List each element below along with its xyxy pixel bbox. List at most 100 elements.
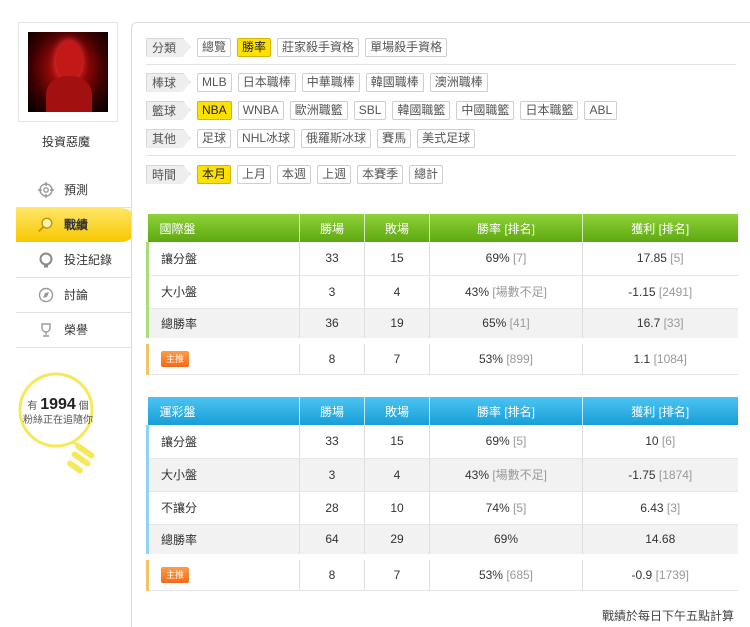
table-row: 大小盤 3 4 43% [場數不足] -1.15 [2491] <box>146 275 738 309</box>
chip-nhl[interactable]: NHL冰球 <box>237 128 296 148</box>
chip-wnba[interactable]: WNBA <box>237 100 284 120</box>
win-rate-value: 43% <box>464 285 489 299</box>
nav-item-label: 榮譽 <box>64 323 89 337</box>
profit-value: 17.85 <box>636 251 667 266</box>
chip-khl[interactable]: 俄羅斯冰球 <box>301 128 372 148</box>
table-row: 不讓分 28 10 74% [5] 6.43 [3] <box>146 491 738 525</box>
chip-mlb[interactable]: MLB <box>197 72 232 92</box>
row-label: 主推 <box>146 338 300 375</box>
chip-this-season[interactable]: 本賽季 <box>357 164 404 184</box>
chip-overview[interactable]: 總覽 <box>197 37 232 57</box>
chip-nba[interactable]: NBA <box>197 100 232 120</box>
win-rate-cell: 69% [5] <box>429 425 583 459</box>
table-row: 讓分盤 33 15 69% [7] 17.85 [5] <box>146 242 738 276</box>
chip-abl-baseball[interactable]: 澳洲職棒 <box>429 72 488 92</box>
chip-bookmaker-killer[interactable]: 莊家殺手資格 <box>277 37 360 57</box>
losses-cell: 7 <box>364 338 430 375</box>
nav-item-predict[interactable]: 預測 <box>16 173 132 208</box>
chip-sbl[interactable]: SBL <box>353 100 387 120</box>
filter-row-category: 分類 總覽 勝率 莊家殺手資格 單場殺手資格 <box>146 37 453 57</box>
chip-win-rate[interactable]: 勝率 <box>237 37 272 57</box>
chip-bleague[interactable]: 日本職籃 <box>520 100 579 120</box>
featured-pick-badge[interactable]: 主推 <box>161 350 190 367</box>
row-label: 總勝率 <box>146 308 300 342</box>
column-header-win-rate: 勝率 [排名] <box>429 397 583 425</box>
chip-euroleague[interactable]: 歐洲職籃 <box>289 100 348 120</box>
table-header: 運彩盤 勝場 敗場 勝率 [排名] 獲利 [排名] <box>147 397 738 425</box>
chip-american-football[interactable]: 美式足球 <box>417 128 476 148</box>
wins-cell: 8 <box>299 554 365 591</box>
chip-last-week[interactable]: 上週 <box>317 164 352 184</box>
table-row: 讓分盤 33 15 69% [5] 10 [6] <box>146 425 738 459</box>
chip-total[interactable]: 總計 <box>409 164 444 184</box>
column-header-win-rate: 勝率 [排名] <box>429 214 583 242</box>
win-rate-rank: [685] <box>506 567 534 582</box>
calculation-footnote: 戰績於每日下午五點計算 <box>601 609 734 623</box>
win-rate-value: 69% <box>493 532 519 547</box>
profit-cell: 1.1 [1084] <box>582 338 738 375</box>
profit-cell: 16.7 [33] <box>582 308 738 342</box>
chip-last-month[interactable]: 上月 <box>237 164 272 184</box>
filter-row-time: 時間 本月 上月 本週 上週 本賽季 總計 <box>146 164 449 184</box>
chip-kbl[interactable]: 韓國職籃 <box>392 100 451 120</box>
win-rate-cell: 43% [場數不足] <box>429 458 583 492</box>
nav-item-record[interactable]: 戰績 <box>16 208 138 242</box>
trophy-icon <box>38 322 54 338</box>
chip-single-game-killer[interactable]: 單場殺手資格 <box>365 37 448 57</box>
chip-abl[interactable]: ABL <box>584 100 618 120</box>
win-rate-value: 43% <box>464 468 489 482</box>
table-title: 運彩盤 <box>147 397 300 425</box>
profit-value: -1.75 <box>628 467 656 482</box>
profit-rank: [1874] <box>658 467 693 482</box>
table-title: 國際盤 <box>147 214 300 242</box>
table-row: 總勝率 64 29 69% 14.68 <box>146 524 738 558</box>
chip-soccer[interactable]: 足球 <box>197 128 232 148</box>
row-label: 不讓分 <box>146 491 300 525</box>
table-row: 大小盤 3 4 43% [場數不足] -1.75 [1874] <box>146 458 738 492</box>
featured-pick-row: 主推 8 7 53% [899] 1.1 [1084] <box>146 338 738 375</box>
wins-cell: 33 <box>299 425 365 459</box>
win-rate-rank: [場數不足] <box>492 468 548 482</box>
nav-item-label: 預測 <box>64 183 89 197</box>
avatar-frame <box>18 22 118 122</box>
profit-rank: [3] <box>666 500 681 515</box>
win-rate-value: 69% <box>485 251 510 266</box>
win-rate-value: 65% <box>482 316 507 331</box>
losses-cell: 4 <box>364 275 430 309</box>
filter-row-baseball: 棒球 MLB 日本職棒 中華職棒 韓國職棒 澳洲職棒 <box>146 72 494 92</box>
main-panel: 分類 總覽 勝率 莊家殺手資格 單場殺手資格 棒球 MLB 日本職棒 中華職棒 … <box>131 22 750 627</box>
column-header-profit: 獲利 [排名] <box>582 397 738 425</box>
filter-label-baseball: 棒球 <box>146 72 192 92</box>
nav-item-honor[interactable]: 榮譽 <box>16 313 132 348</box>
profit-rank: [1084] <box>653 351 687 366</box>
profit-value: 1.1 <box>633 351 651 366</box>
avatar[interactable] <box>28 32 108 112</box>
fans-text: 有 1994 個 粉絲正在追隨你 <box>16 397 100 428</box>
sidebar-nav: 預測 戰績 投注紀錄 討論 榮譽 <box>16 173 138 348</box>
chip-kbo[interactable]: 韓國職棒 <box>365 72 424 92</box>
chip-this-week[interactable]: 本週 <box>277 164 312 184</box>
sidebar: 投資惡魔 預測 戰績 投注紀錄 討論 榮譽 有 1994 個 粉絲正在追隨你 <box>0 0 138 627</box>
nav-item-discussion[interactable]: 討論 <box>16 278 132 313</box>
chip-this-month[interactable]: 本月 <box>197 164 232 184</box>
table-header: 國際盤 勝場 敗場 勝率 [排名] 獲利 [排名] <box>147 214 738 242</box>
win-rate-cell: 53% [899] <box>429 338 583 375</box>
wins-cell: 28 <box>299 491 365 525</box>
nav-item-bet-history[interactable]: 投注紀錄 <box>16 243 132 278</box>
featured-pick-badge[interactable]: 主推 <box>161 566 190 583</box>
target-icon <box>38 182 54 198</box>
chip-horse-racing[interactable]: 賽馬 <box>377 128 412 148</box>
divider <box>146 155 736 156</box>
user-name[interactable]: 投資惡魔 <box>0 133 132 150</box>
fans-badge: 有 1994 個 粉絲正在追隨你 <box>16 372 100 482</box>
losses-cell: 7 <box>364 554 430 591</box>
profit-cell: 17.85 [5] <box>582 242 738 276</box>
row-label: 讓分盤 <box>146 425 300 459</box>
featured-pick-row: 主推 8 7 53% [685] -0.9 [1739] <box>146 554 738 591</box>
chip-npb[interactable]: 日本職棒 <box>237 72 296 92</box>
chip-cpbl[interactable]: 中華職棒 <box>301 72 360 92</box>
profit-value: 6.43 <box>640 500 664 515</box>
chip-cba[interactable]: 中國職籃 <box>456 100 515 120</box>
column-header-losses: 敗場 <box>364 214 430 242</box>
filter-label-category: 分類 <box>146 37 192 57</box>
